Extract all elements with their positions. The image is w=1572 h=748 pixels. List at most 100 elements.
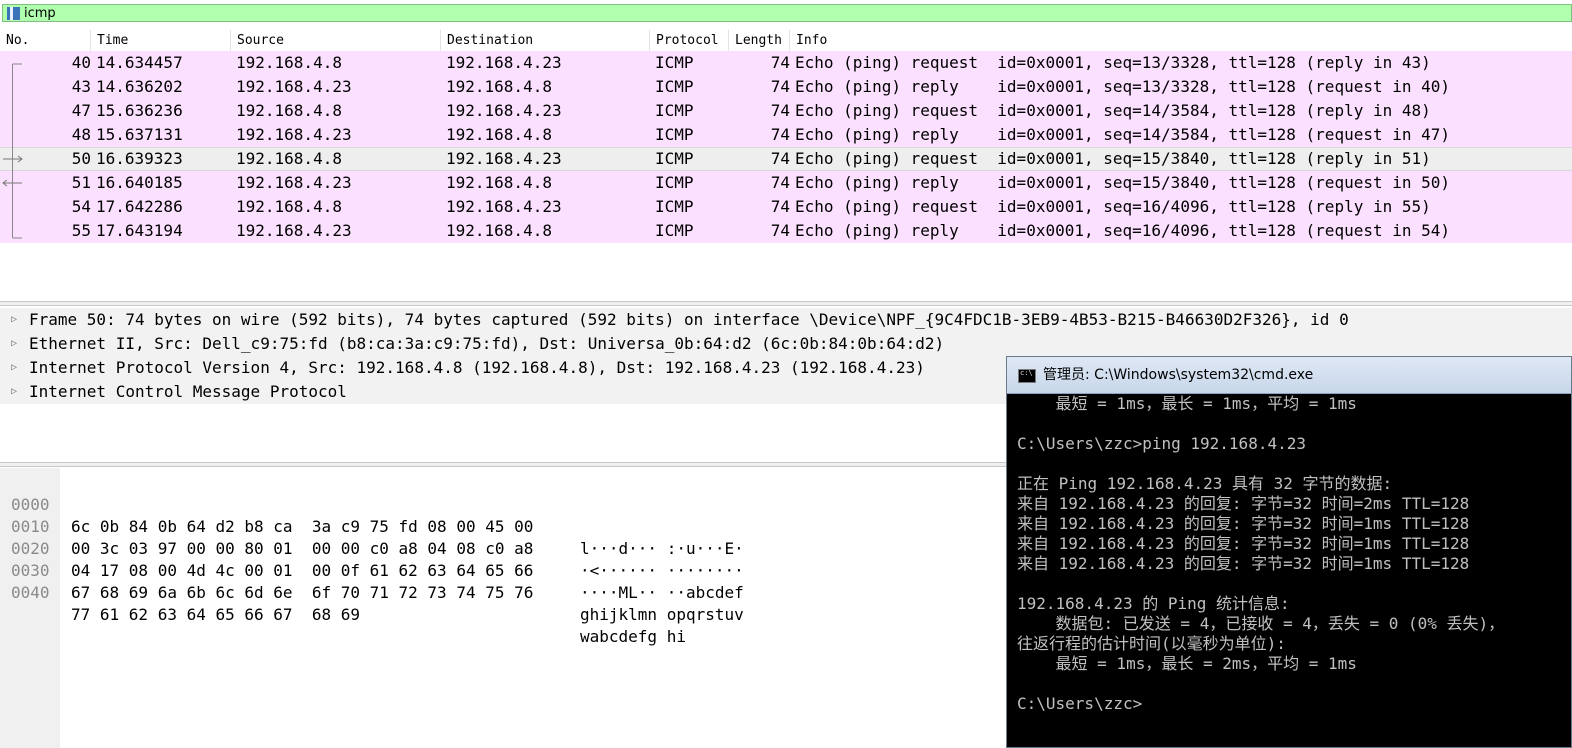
cell-length: 74 bbox=[770, 197, 790, 216]
cell-no: 50 bbox=[71, 149, 91, 168]
cell-no: 40 bbox=[71, 53, 91, 72]
bytes-row[interactable]: 0040 77 61 62 63 64 65 66 67 68 69 wabcd… bbox=[0, 560, 686, 646]
cell-protocol: ICMP bbox=[655, 53, 694, 72]
cell-info: Echo (ping) reply id=0x0001, seq=16/4096… bbox=[795, 221, 1451, 240]
bytes-row[interactable]: 0000 6c 0b 84 0b 64 d2 b8 ca 3a c9 75 fd… bbox=[0, 472, 744, 558]
cell-protocol: ICMP bbox=[655, 197, 694, 216]
cell-length: 74 bbox=[770, 149, 790, 168]
cell-destination: 192.168.4.8 bbox=[446, 221, 552, 240]
cell-source: 192.168.4.8 bbox=[236, 149, 342, 168]
column-header-info[interactable]: Info bbox=[790, 30, 1572, 51]
expand-arrow-icon[interactable]: ▷ bbox=[11, 356, 21, 380]
cell-source: 192.168.4.23 bbox=[236, 77, 352, 96]
cmd-line: C:\Users\zzc> bbox=[1017, 694, 1143, 713]
column-header-time[interactable]: Time bbox=[91, 30, 231, 51]
packet-row[interactable]: 55 17.643194 192.168.4.23 192.168.4.8 ICMP 74… bbox=[0, 219, 1572, 243]
display-filter-bar: icmp bbox=[0, 0, 1572, 27]
cell-source: 192.168.4.8 bbox=[236, 53, 342, 72]
cmd-titlebar[interactable]: 管理员: C:\Windows\system32\cmd.exe bbox=[1007, 357, 1571, 394]
display-filter-text[interactable]: icmp bbox=[24, 5, 56, 22]
cell-destination: 192.168.4.8 bbox=[446, 77, 552, 96]
packet-row[interactable]: 54 17.642286 192.168.4.8 192.168.4.23 ICMP 74… bbox=[0, 195, 1572, 219]
byte-ascii[interactable]: wabcdefg hi bbox=[580, 626, 686, 648]
detail-text: Frame 50: 74 bytes on wire (592 bits), 7… bbox=[29, 310, 1349, 329]
cell-length: 74 bbox=[770, 77, 790, 96]
byte-hex[interactable]: 77 61 62 63 64 65 66 67 68 69 bbox=[71, 604, 360, 626]
cmd-icon bbox=[1018, 369, 1036, 383]
packet-list: No. Time Source Destination Protocol Len… bbox=[0, 30, 1572, 300]
cell-destination: 192.168.4.23 bbox=[446, 101, 562, 120]
detail-text: Ethernet II, Src: Dell_c9:75:fd (b8:ca:3… bbox=[29, 334, 945, 353]
cell-info: Echo (ping) request id=0x0001, seq=14/35… bbox=[795, 101, 1431, 120]
byte-hex[interactable]: 6c 0b 84 0b 64 d2 b8 ca 3a c9 75 fd 08 0… bbox=[71, 516, 533, 538]
cell-no: 54 bbox=[71, 197, 91, 216]
cell-time: 17.642286 bbox=[96, 197, 183, 216]
cmd-line: 192.168.4.23 的 Ping 统计信息: bbox=[1017, 594, 1290, 613]
byte-hex[interactable]: 04 17 08 00 4d 4c 00 01 00 0f 61 62 63 6… bbox=[71, 560, 533, 582]
cmd-line: 最短 = 1ms，最长 = 1ms，平均 = 1ms bbox=[1017, 394, 1357, 413]
cell-time: 15.637131 bbox=[96, 125, 183, 144]
byte-ascii[interactable]: l···d··· :·u···E· bbox=[580, 538, 744, 560]
column-header-source[interactable]: Source bbox=[231, 30, 441, 51]
bytes-row[interactable]: 0010 00 3c 03 97 00 00 80 01 00 00 c0 a8… bbox=[0, 494, 744, 580]
cell-no: 51 bbox=[71, 173, 91, 192]
cell-source: 192.168.4.23 bbox=[236, 221, 352, 240]
cell-destination: 192.168.4.8 bbox=[446, 173, 552, 192]
bytes-row[interactable]: 0030 67 68 69 6a 6b 6c 6d 6e 6f 70 71 72… bbox=[0, 538, 744, 624]
cell-time: 14.634457 bbox=[96, 53, 183, 72]
cell-info: Echo (ping) request id=0x0001, seq=15/38… bbox=[795, 149, 1431, 168]
cell-info: Echo (ping) reply id=0x0001, seq=15/3840… bbox=[795, 173, 1451, 192]
cell-time: 15.636236 bbox=[96, 101, 183, 120]
expand-arrow-icon[interactable]: ▷ bbox=[11, 380, 21, 404]
packet-row[interactable]: 40 14.634457 192.168.4.8 192.168.4.23 ICMP 74… bbox=[0, 51, 1572, 75]
expand-arrow-icon[interactable]: ▷ bbox=[11, 332, 21, 356]
byte-hex[interactable]: 67 68 69 6a 6b 6c 6d 6e 6f 70 71 72 73 7… bbox=[71, 582, 533, 604]
byte-ascii[interactable]: ghijklmn opqrstuv bbox=[580, 604, 744, 626]
cell-protocol: ICMP bbox=[655, 173, 694, 192]
detail-text: Internet Protocol Version 4, Src: 192.16… bbox=[29, 358, 925, 377]
expand-arrow-icon[interactable]: ▷ bbox=[11, 308, 21, 332]
cmd-line: 来自 192.168.4.23 的回复: 字节=32 时间=2ms TTL=12… bbox=[1017, 494, 1470, 513]
cell-length: 74 bbox=[770, 173, 790, 192]
packet-row[interactable]: 47 15.636236 192.168.4.8 192.168.4.23 ICMP 74… bbox=[0, 99, 1572, 123]
cmd-line: 来自 192.168.4.23 的回复: 字节=32 时间=1ms TTL=12… bbox=[1017, 514, 1470, 533]
cell-time: 16.639323 bbox=[96, 149, 183, 168]
cell-protocol: ICMP bbox=[655, 221, 694, 240]
detail-row-frame[interactable]: ▷ Frame 50: 74 bytes on wire (592 bits),… bbox=[0, 308, 1572, 332]
cell-no: 55 bbox=[71, 221, 91, 240]
byte-offset: 0040 bbox=[11, 583, 50, 602]
cell-protocol: ICMP bbox=[655, 101, 694, 120]
display-filter-input[interactable]: icmp bbox=[2, 4, 1572, 22]
packet-row[interactable]: 43 14.636202 192.168.4.23 192.168.4.8 ICMP 74… bbox=[0, 75, 1572, 99]
bytes-row[interactable]: 0020 04 17 08 00 4d 4c 00 01 00 0f 61 62… bbox=[0, 516, 744, 602]
cell-protocol: ICMP bbox=[655, 149, 694, 168]
cmd-console[interactable]: 最短 = 1ms，最长 = 1ms，平均 = 1ms C:\Users\zzc>p… bbox=[1017, 394, 1567, 744]
cmd-line: 数据包: 已发送 = 4，已接收 = 4，丢失 = 0 (0% 丢失)， bbox=[1017, 614, 1505, 633]
packet-row[interactable]: 48 15.637131 192.168.4.23 192.168.4.8 ICMP 74… bbox=[0, 123, 1572, 147]
cell-length: 74 bbox=[770, 53, 790, 72]
byte-hex[interactable]: 00 3c 03 97 00 00 80 01 00 00 c0 a8 04 0… bbox=[71, 538, 533, 560]
packet-row[interactable]: 51 16.640185 192.168.4.23 192.168.4.8 ICMP 74… bbox=[0, 171, 1572, 195]
cell-protocol: ICMP bbox=[655, 125, 694, 144]
cell-protocol: ICMP bbox=[655, 77, 694, 96]
byte-ascii[interactable]: ·<······ ········ bbox=[580, 560, 744, 582]
column-header-protocol[interactable]: Protocol bbox=[650, 30, 729, 51]
bookmark-icon[interactable] bbox=[7, 7, 20, 20]
cell-time: 14.636202 bbox=[96, 77, 183, 96]
packet-row-selected[interactable]: 50 16.639323 192.168.4.8 192.168.4.23 ICMP 74… bbox=[0, 147, 1572, 171]
cmd-line: 来自 192.168.4.23 的回复: 字节=32 时间=1ms TTL=12… bbox=[1017, 554, 1470, 573]
cell-info: Echo (ping) reply id=0x0001, seq=14/3584… bbox=[795, 125, 1451, 144]
cell-length: 74 bbox=[770, 221, 790, 240]
pane-splitter-1[interactable] bbox=[0, 301, 1572, 306]
byte-ascii[interactable]: ····ML·· ··abcdef bbox=[580, 582, 744, 604]
cell-length: 74 bbox=[770, 101, 790, 120]
column-header-no[interactable]: No. bbox=[0, 30, 91, 51]
detail-row-ethernet[interactable]: ▷ Ethernet II, Src: Dell_c9:75:fd (b8:ca… bbox=[0, 332, 1572, 356]
detail-text: Internet Control Message Protocol bbox=[29, 382, 347, 401]
column-header-destination[interactable]: Destination bbox=[441, 30, 650, 51]
column-header-length[interactable]: Length bbox=[729, 30, 790, 51]
cell-info: Echo (ping) reply id=0x0001, seq=13/3328… bbox=[795, 77, 1451, 96]
cell-destination: 192.168.4.8 bbox=[446, 125, 552, 144]
cell-info: Echo (ping) request id=0x0001, seq=16/40… bbox=[795, 197, 1431, 216]
cmd-window[interactable]: 管理员: C:\Windows\system32\cmd.exe 最短 = 1m… bbox=[1006, 356, 1572, 748]
